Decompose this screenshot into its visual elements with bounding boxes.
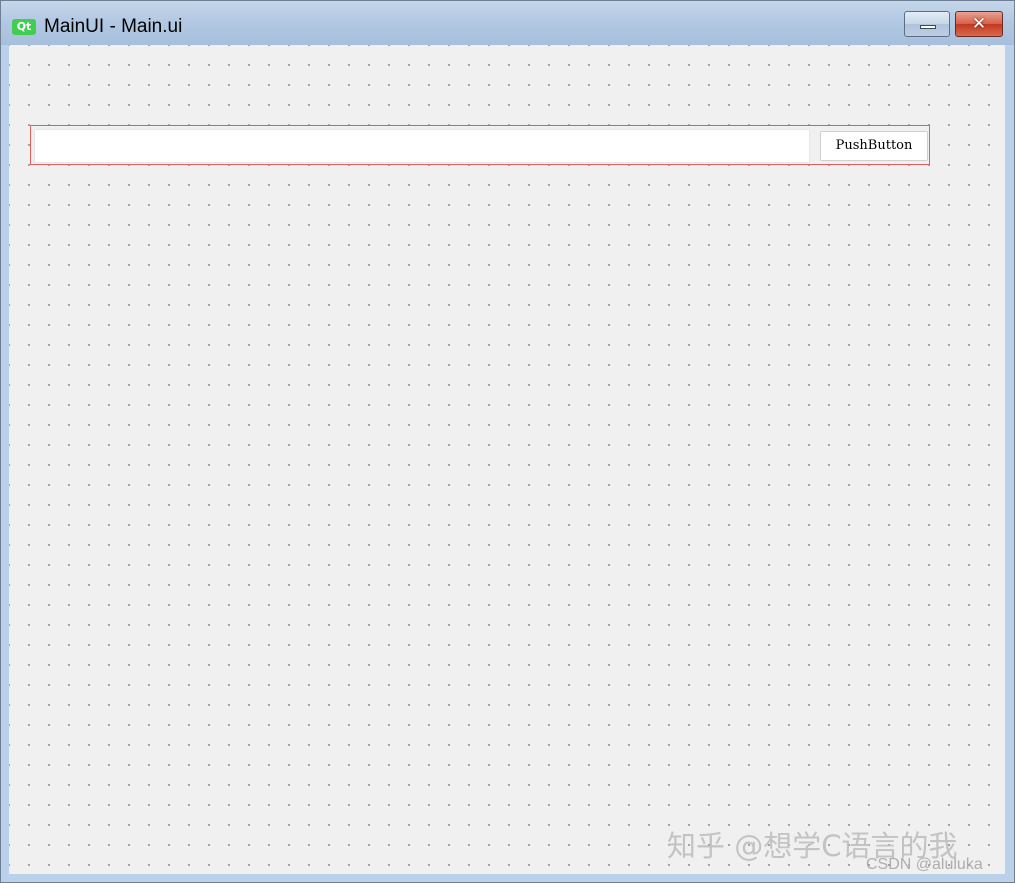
title-bar[interactable]: Qt MainUI - Main.ui ✕ xyxy=(1,1,1014,45)
frame-right xyxy=(1005,45,1014,882)
app-window: Qt MainUI - Main.ui ✕ PushButton 知乎 @想学C… xyxy=(0,0,1015,883)
watermark-csdn: CSDN @aluluka xyxy=(866,856,983,873)
qt-logo-icon: Qt xyxy=(12,19,36,35)
form-canvas[interactable]: PushButton xyxy=(9,45,1005,874)
push-button[interactable]: PushButton xyxy=(820,131,928,161)
minimize-button[interactable] xyxy=(904,11,950,37)
close-icon: ✕ xyxy=(971,14,987,34)
line-edit[interactable] xyxy=(34,129,810,163)
window-title: MainUI - Main.ui xyxy=(44,16,183,37)
minimize-icon xyxy=(920,25,936,29)
horizontal-layout[interactable]: PushButton xyxy=(30,125,930,165)
close-button[interactable]: ✕ xyxy=(955,11,1003,37)
frame-left xyxy=(1,45,9,882)
frame-bottom xyxy=(1,874,1014,882)
